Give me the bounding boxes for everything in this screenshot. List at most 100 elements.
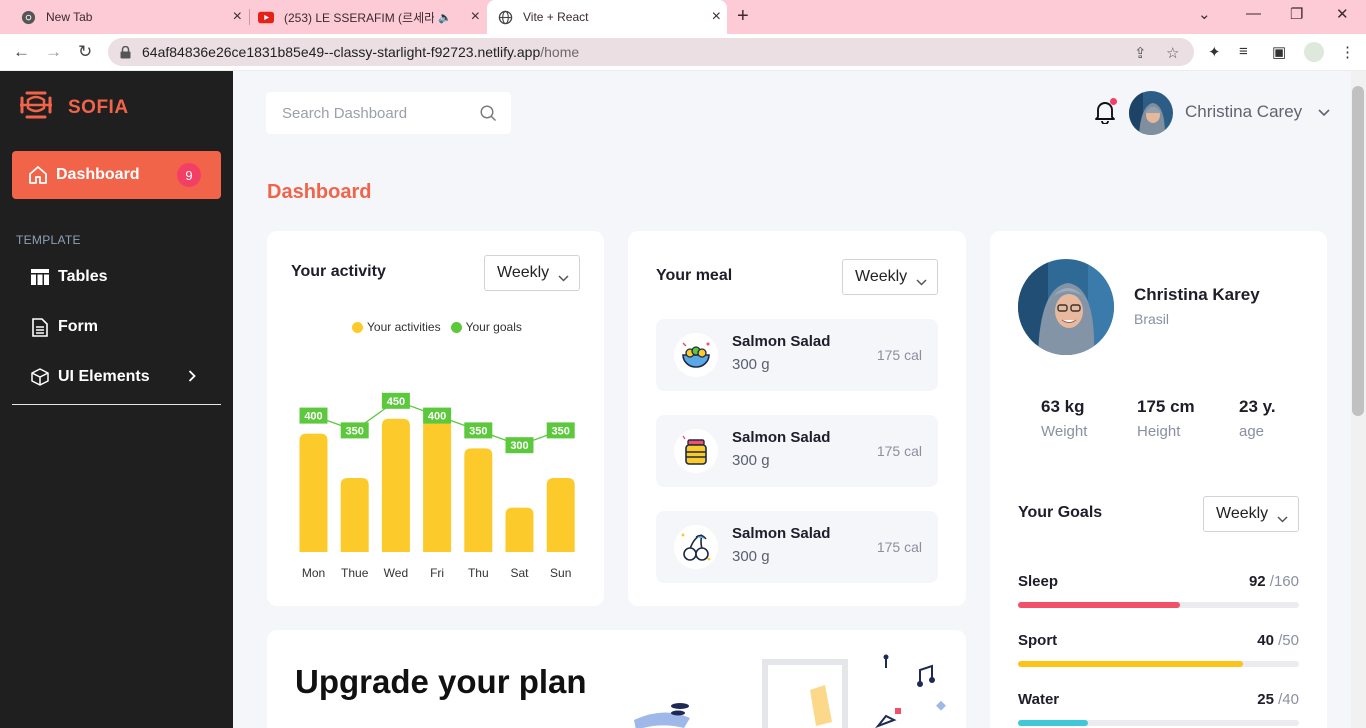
- close-tab-icon[interactable]: ×: [233, 9, 242, 25]
- tab-vite-react[interactable]: Vite + React ×: [487, 0, 727, 34]
- profile-name: Christina Karey: [1134, 285, 1260, 304]
- goal-value: 92: [1248, 573, 1266, 590]
- tab-title: (253) LE SSERAFIM (르세라핌: [284, 10, 434, 25]
- goal-value: 40: [1257, 632, 1274, 649]
- close-tab-icon[interactable]: ×: [471, 9, 480, 25]
- sidebar-item-label: Dashboard: [56, 166, 140, 183]
- extensions-icon[interactable]: ✦: [1208, 43, 1221, 61]
- youtube-icon: [258, 9, 274, 25]
- lock-icon[interactable]: [120, 45, 132, 59]
- notification-dot: [1110, 98, 1117, 105]
- progress-fill: [1018, 720, 1089, 726]
- x-tick-label: Sun: [550, 566, 571, 580]
- chevron-down-icon[interactable]: [1318, 104, 1330, 122]
- search-box[interactable]: [266, 92, 511, 134]
- share-icon[interactable]: ⇪: [1134, 44, 1147, 62]
- chart-bar[interactable]: [423, 418, 452, 552]
- tab-new-tab[interactable]: New Tab ×: [12, 0, 248, 34]
- goal-data-label: 300: [505, 437, 534, 454]
- close-tab-icon[interactable]: ×: [712, 9, 721, 25]
- media-control-icon[interactable]: ≡: [1239, 43, 1248, 60]
- upgrade-illustration: [634, 654, 946, 728]
- tab-search-icon[interactable]: ⌄: [1198, 5, 1211, 23]
- address-bar[interactable]: 64af84836e26ce1831b85e49--classy-starlig…: [108, 38, 1194, 66]
- svg-text:350: 350: [469, 425, 487, 437]
- section-label: TEMPLATE: [16, 233, 81, 247]
- meal-period-select[interactable]: Weekly: [842, 259, 938, 295]
- sidebar-item-label: UI Elements: [58, 368, 150, 385]
- page-title: Dashboard: [267, 181, 372, 203]
- stat-age: 23 y. age: [1239, 397, 1276, 440]
- back-icon[interactable]: ←: [13, 42, 30, 62]
- profile-country: Brasil: [1134, 311, 1170, 327]
- user-name[interactable]: Christina Carey: [1185, 102, 1302, 122]
- goal-data-label: 400: [423, 407, 452, 424]
- goals-period-select[interactable]: Weekly: [1203, 496, 1299, 532]
- chart-bar[interactable]: [464, 448, 493, 552]
- chart-bar[interactable]: [299, 433, 328, 552]
- x-tick-label: Wed: [384, 566, 408, 580]
- chart-bar[interactable]: [546, 478, 575, 552]
- stat-label: Weight: [1041, 423, 1088, 440]
- minimize-icon[interactable]: —: [1246, 5, 1261, 22]
- chart-legend: Your activities Your goals: [352, 320, 532, 334]
- reload-icon[interactable]: ↻: [78, 42, 92, 62]
- meal-title: Your meal: [656, 267, 733, 284]
- scrollbar-thumb[interactable]: [1352, 86, 1364, 416]
- meal-name: Salmon Salad: [732, 525, 831, 542]
- legend-item-activities[interactable]: Your activities: [352, 320, 441, 334]
- x-tick-label: Thu: [468, 566, 489, 580]
- goal-data-label: 350: [464, 422, 493, 439]
- chevron-down-icon: [558, 269, 569, 287]
- close-window-icon[interactable]: ✕: [1336, 5, 1349, 23]
- sidebar-item-tables[interactable]: Tables: [30, 265, 108, 289]
- chevron-right-icon[interactable]: [188, 369, 196, 385]
- cherries-icon: [674, 525, 718, 569]
- chart-bar[interactable]: [340, 478, 369, 552]
- logo-icon: [18, 90, 54, 125]
- stat-value: 23 y.: [1239, 397, 1276, 416]
- url-host: 64af84836e26ce1831b85e49--classy-starlig…: [142, 44, 541, 60]
- brand-logo[interactable]: SOFIA: [18, 90, 129, 125]
- new-tab-icon[interactable]: +: [737, 5, 749, 28]
- meal-weight: 300 g: [732, 452, 770, 469]
- chart-bar[interactable]: [381, 418, 410, 552]
- meal-item[interactable]: Salmon Salad 300 g 175 cal: [656, 511, 938, 583]
- search-icon[interactable]: [480, 105, 497, 127]
- meal-item[interactable]: Salmon Salad 300 g 175 cal: [656, 319, 938, 391]
- meal-item[interactable]: Salmon Salad 300 g 175 cal: [656, 415, 938, 487]
- meal-name: Salmon Salad: [732, 333, 831, 350]
- bookmark-star-icon[interactable]: ☆: [1166, 44, 1179, 62]
- url-path: /home: [540, 44, 580, 60]
- profile-avatar: [1018, 259, 1114, 355]
- x-tick-label: Thue: [341, 566, 369, 580]
- chart-bar[interactable]: [505, 507, 534, 552]
- speaker-icon[interactable]: 🔈: [438, 11, 452, 24]
- stat-weight: 63 kg Weight: [1041, 397, 1087, 440]
- activity-chart: Mon Thue Wed Fri Thu Sat Sun 400 350 450 400 350 300…: [299, 392, 575, 580]
- activity-title: Your activity: [291, 263, 386, 280]
- jar-icon: [674, 429, 718, 473]
- forward-icon[interactable]: →: [45, 42, 62, 62]
- legend-item-goals[interactable]: Your goals: [450, 320, 522, 334]
- sidebar-item-form[interactable]: Form: [30, 315, 98, 339]
- maximize-icon[interactable]: ❐: [1290, 5, 1303, 23]
- profile-avatar-icon[interactable]: [1304, 42, 1324, 62]
- goal-total: /40: [1278, 691, 1299, 708]
- avatar[interactable]: [1129, 91, 1173, 135]
- goal-data-label: 450: [381, 392, 410, 409]
- sidebar-divider: [12, 404, 221, 405]
- select-value: Weekly: [1216, 505, 1269, 522]
- activity-period-select[interactable]: Weekly: [484, 255, 580, 291]
- menu-dots-icon[interactable]: ⋮: [1340, 43, 1355, 61]
- svg-text:350: 350: [346, 425, 364, 437]
- sidebar-item-dashboard[interactable]: Dashboard 9: [12, 151, 221, 199]
- sidebar-item-ui-elements[interactable]: UI Elements: [30, 365, 150, 389]
- search-input[interactable]: [282, 102, 472, 124]
- side-panel-icon[interactable]: ▣: [1272, 43, 1286, 61]
- tab-youtube[interactable]: (253) LE SSERAFIM (르세라핌 🔈 ×: [250, 0, 486, 34]
- goal-data-label: 350: [546, 422, 575, 439]
- goal-name: Sleep: [1018, 573, 1059, 590]
- sidebar-item-label: Tables: [58, 268, 108, 285]
- salad-bowl-icon: [674, 333, 718, 377]
